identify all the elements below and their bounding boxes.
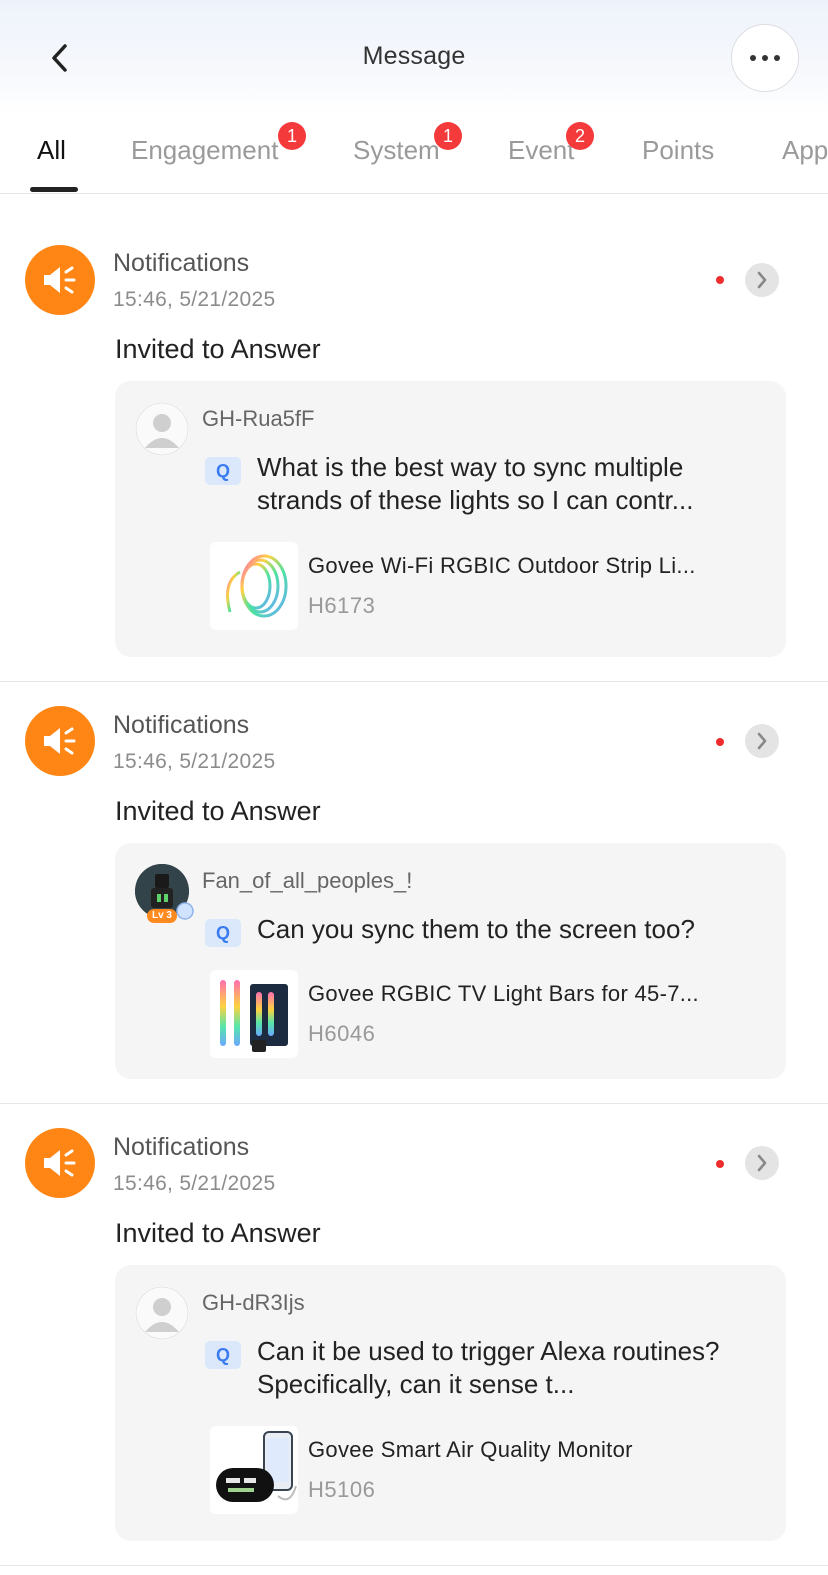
tab-all[interactable]: All bbox=[37, 135, 66, 166]
tab-app[interactable]: App bbox=[782, 135, 828, 166]
question-text: What is the best way to sync multiple st… bbox=[257, 452, 694, 515]
tab-event[interactable]: Event bbox=[508, 135, 575, 166]
unread-dot bbox=[716, 276, 724, 284]
message-headline: Invited to Answer bbox=[115, 796, 321, 826]
product-image bbox=[210, 1426, 298, 1514]
more-dot bbox=[774, 55, 780, 61]
avatar bbox=[135, 402, 189, 456]
product-image bbox=[210, 542, 298, 630]
tab-event-badge: 2 bbox=[566, 122, 594, 150]
more-dot bbox=[762, 55, 768, 61]
tab-engagement-badge: 1 bbox=[278, 122, 306, 150]
username: GH-dR3Ijs bbox=[202, 1290, 305, 1315]
tab-active-indicator bbox=[30, 187, 78, 192]
open-message-button[interactable] bbox=[745, 263, 779, 297]
tab-system[interactable]: System bbox=[353, 135, 440, 166]
question-panel[interactable]: GH-Rua5fF Q What is the best way to sync… bbox=[115, 381, 786, 657]
question-panel[interactable]: Lv 3 Fan_of_all_peoples_! Q Can you sync… bbox=[115, 843, 786, 1079]
tab-engagement[interactable]: Engagement bbox=[131, 135, 278, 166]
message-headline: Invited to Answer bbox=[115, 334, 321, 364]
chevron-right-icon bbox=[757, 1154, 767, 1172]
megaphone-icon bbox=[25, 706, 95, 776]
sender-name: Notifications bbox=[113, 711, 250, 739]
message-time: 15:46, 5/21/2025 bbox=[113, 1172, 276, 1195]
question-text: Can you sync them to the screen too? bbox=[257, 914, 695, 944]
question-panel[interactable]: GH-dR3Ijs Q Can it be used to trigger Al… bbox=[115, 1265, 786, 1541]
more-horizontal-icon bbox=[750, 55, 756, 61]
question-icon: Q bbox=[205, 919, 241, 947]
message-headline: Invited to Answer bbox=[115, 1218, 321, 1248]
chevron-right-icon bbox=[757, 732, 767, 750]
username: GH-Rua5fF bbox=[202, 406, 315, 431]
question-icon: Q bbox=[205, 1341, 241, 1369]
product-model: H6046 bbox=[308, 1021, 376, 1046]
header-bar: Message bbox=[0, 0, 828, 115]
megaphone-icon bbox=[25, 245, 95, 315]
product-name: Govee RGBIC TV Light Bars for 45-7... bbox=[308, 981, 699, 1006]
chevron-right-icon bbox=[757, 271, 767, 289]
avatar bbox=[135, 1286, 189, 1340]
question-icon-label: Q bbox=[215, 461, 230, 481]
product-model: H6173 bbox=[308, 593, 376, 618]
username: Fan_of_all_peoples_! bbox=[202, 868, 413, 893]
product-name: Govee Wi-Fi RGBIC Outdoor Strip Li... bbox=[308, 553, 696, 578]
tab-bar: All Engagement 1 System 1 Event 2 Points… bbox=[0, 115, 828, 194]
page-title: Message bbox=[362, 42, 466, 70]
message-card[interactable]: Notifications 15:46, 5/21/2025 Invited t… bbox=[0, 1104, 828, 1566]
tab-system-badge: 1 bbox=[434, 122, 462, 150]
product-model: H5106 bbox=[308, 1477, 376, 1502]
question-icon: Q bbox=[205, 457, 241, 485]
message-card[interactable]: Notifications 15:46, 5/21/2025 Invited t… bbox=[0, 682, 828, 1104]
unread-dot bbox=[716, 738, 724, 746]
more-button[interactable] bbox=[731, 24, 799, 92]
question-text: Can it be used to trigger Alexa routines… bbox=[257, 1336, 720, 1399]
message-time: 15:46, 5/21/2025 bbox=[113, 750, 276, 773]
question-icon-label: Q bbox=[215, 1345, 230, 1365]
question-icon-label: Q bbox=[215, 923, 230, 943]
message-card[interactable]: Notifications 15:46, 5/21/2025 Invited t… bbox=[0, 194, 828, 682]
open-message-button[interactable] bbox=[745, 724, 779, 758]
sender-name: Notifications bbox=[113, 249, 250, 277]
product-image bbox=[210, 970, 298, 1058]
user-level-badge: Lv 3 bbox=[147, 909, 177, 923]
open-message-button[interactable] bbox=[745, 1146, 779, 1180]
tab-points[interactable]: Points bbox=[642, 135, 714, 166]
product-name: Govee Smart Air Quality Monitor bbox=[308, 1437, 633, 1462]
message-time: 15:46, 5/21/2025 bbox=[113, 288, 276, 311]
divider bbox=[0, 1565, 828, 1566]
megaphone-icon bbox=[25, 1128, 95, 1198]
sender-name: Notifications bbox=[113, 1133, 250, 1161]
unread-dot bbox=[716, 1160, 724, 1168]
